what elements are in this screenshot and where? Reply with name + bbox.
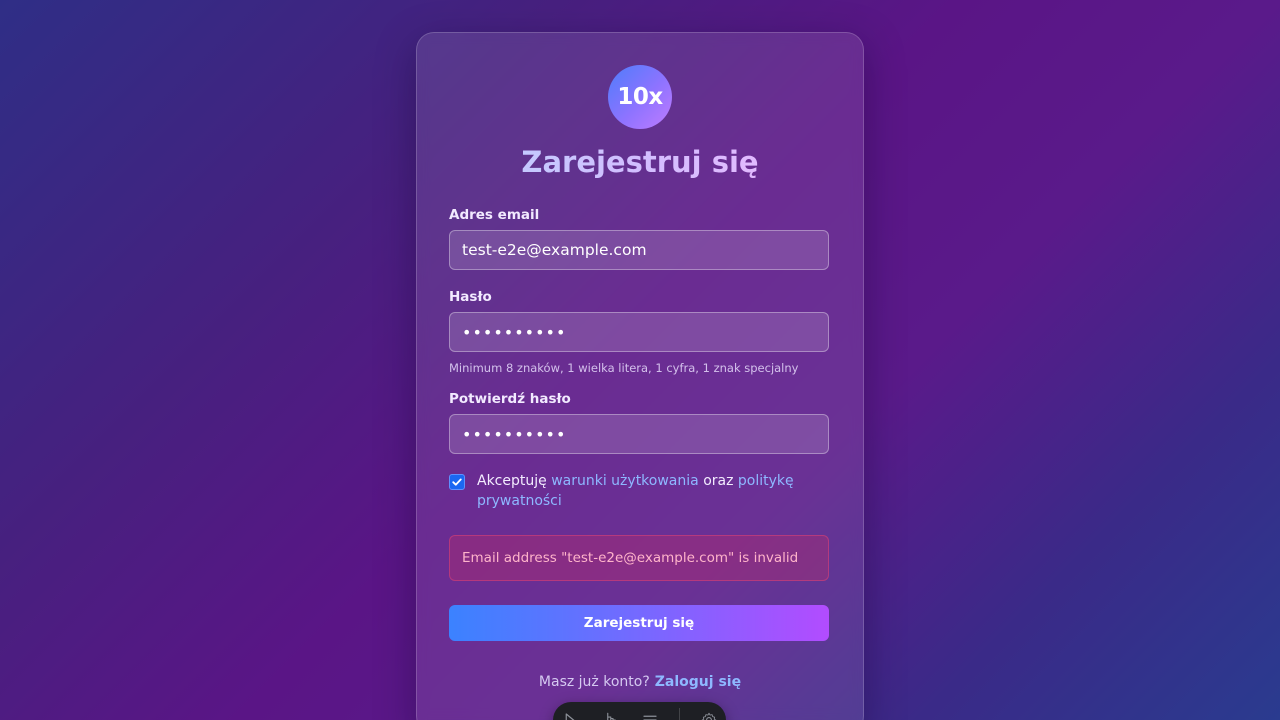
brand-logo-text: 10x [617,84,663,110]
email-value: test-e2e@example.com [462,241,647,259]
bottom-toolbar [553,702,726,720]
signin-prompt-text: Masz już konto? [538,674,650,690]
register-button-label: Zarejestruj się [583,615,695,631]
confirm-password-label: Potwierdź hasło [449,391,571,407]
error-message: Email address "test-e2e@example.com" is … [462,550,799,566]
cursor-icon[interactable] [559,709,581,720]
email-label: Adres email [449,207,540,223]
page-title: Zarejestruj się [417,145,863,179]
password-label: Hasło [449,289,492,305]
register-button[interactable]: Zarejestruj się [449,605,829,641]
menu-icon[interactable] [639,709,661,720]
pointer-icon[interactable] [599,709,621,720]
settings-icon[interactable] [698,709,720,720]
terms-checkbox[interactable] [449,474,465,490]
register-card: 10x Zarejestruj się Adres email test-e2e… [416,32,864,720]
error-alert: Email address "test-e2e@example.com" is … [449,535,829,581]
toolbar-divider [679,708,680,720]
email-field[interactable]: test-e2e@example.com [449,230,829,270]
confirm-password-field[interactable]: •••••••••• [449,414,829,454]
confirm-password-masked-value: •••••••••• [462,424,567,444]
brand-logo: 10x [608,65,672,129]
password-masked-value: •••••••••• [462,322,567,342]
login-link[interactable]: Zaloguj się [655,674,741,690]
password-field[interactable]: •••••••••• [449,312,829,352]
terms-middle: oraz [703,473,734,489]
terms-of-use-link[interactable]: warunki użytkowania [551,473,699,489]
terms-prefix: Akceptuję [477,473,547,489]
password-hint: Minimum 8 znaków, 1 wielka litera, 1 cyf… [449,361,799,375]
terms-text: Akceptuję warunki użytkowania oraz polit… [477,471,817,511]
checkmark-icon [452,478,462,486]
signin-prompt: Masz już konto? Zaloguj się [417,674,863,690]
